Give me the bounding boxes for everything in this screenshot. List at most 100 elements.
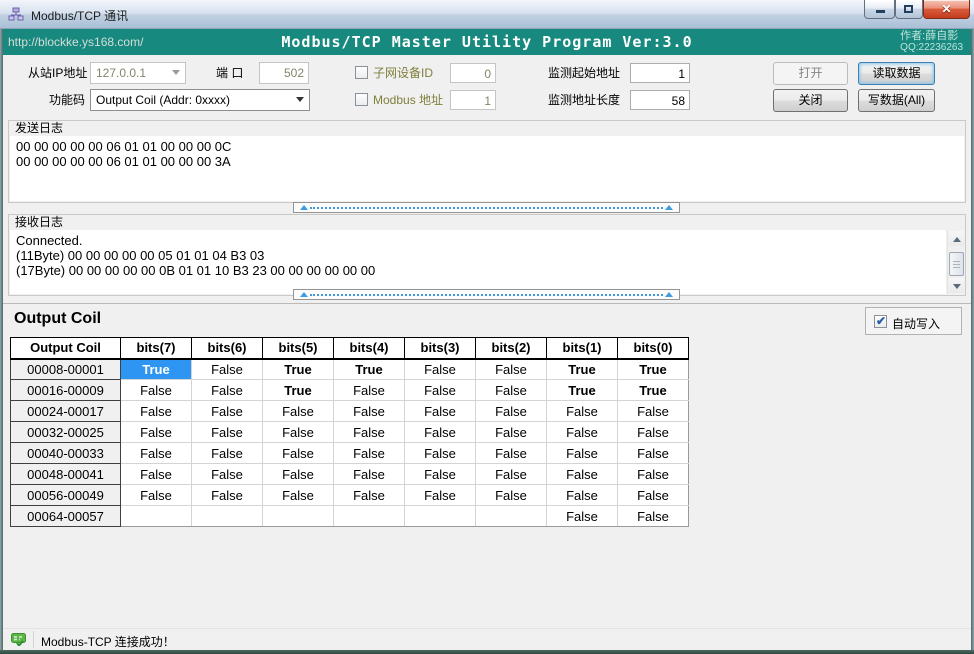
row-header-cell[interactable]: 00040-00033	[11, 443, 121, 464]
coil-value-cell[interactable]: False	[476, 422, 547, 443]
coil-value-cell[interactable]: False	[618, 443, 689, 464]
receive-log-splitter[interactable]	[293, 289, 680, 300]
coil-value-cell[interactable]: False	[192, 359, 263, 380]
table-column-header[interactable]: bits(4)	[334, 338, 405, 359]
open-button[interactable]: 打开	[773, 62, 848, 85]
modbus-address-field[interactable]: 1	[450, 90, 496, 110]
row-header-cell[interactable]: 00008-00001	[11, 359, 121, 380]
write-data-button[interactable]: 写数据(All)	[858, 89, 935, 112]
close-button[interactable]: ✕	[923, 0, 970, 19]
table-column-header[interactable]: bits(6)	[192, 338, 263, 359]
coil-value-cell[interactable]: False	[476, 485, 547, 506]
coil-value-cell[interactable]: False	[334, 443, 405, 464]
coil-value-cell[interactable]	[334, 506, 405, 527]
coil-value-cell[interactable]: False	[121, 401, 192, 422]
coil-value-cell[interactable]: False	[121, 380, 192, 401]
coil-value-cell[interactable]: False	[405, 443, 476, 464]
coil-value-cell[interactable]: True	[618, 380, 689, 401]
coil-value-cell[interactable]: False	[192, 464, 263, 485]
coil-value-cell[interactable]: False	[192, 485, 263, 506]
coil-value-cell[interactable]: False	[618, 422, 689, 443]
coil-value-cell[interactable]: False	[263, 485, 334, 506]
coil-value-cell[interactable]: False	[618, 401, 689, 422]
table-column-header[interactable]: bits(2)	[476, 338, 547, 359]
coil-value-cell[interactable]: False	[618, 464, 689, 485]
scroll-down-button[interactable]	[949, 278, 964, 293]
coil-value-cell[interactable]: False	[192, 443, 263, 464]
coil-value-cell[interactable]: False	[547, 422, 618, 443]
row-header-cell[interactable]: 00064-00057	[11, 506, 121, 527]
coil-value-cell[interactable]: False	[334, 464, 405, 485]
coil-value-cell[interactable]: False	[121, 422, 192, 443]
coil-value-cell[interactable]: False	[192, 380, 263, 401]
coil-value-cell[interactable]: True	[263, 380, 334, 401]
coil-value-cell[interactable]	[121, 506, 192, 527]
coil-value-cell[interactable]: False	[547, 401, 618, 422]
coil-value-cell[interactable]: False	[334, 401, 405, 422]
row-header-cell[interactable]: 00048-00041	[11, 464, 121, 485]
coil-value-cell[interactable]: False	[405, 485, 476, 506]
maximize-button[interactable]	[895, 0, 923, 19]
coil-value-cell[interactable]: True	[618, 359, 689, 380]
scroll-up-button[interactable]	[949, 231, 964, 246]
table-corner-header[interactable]: Output Coil	[11, 338, 121, 359]
coil-value-cell[interactable]: True	[263, 359, 334, 380]
scrollbar-thumb[interactable]	[949, 252, 964, 276]
coil-value-cell[interactable]: True	[121, 359, 192, 380]
start-address-field[interactable]: 1	[630, 63, 690, 83]
coil-value-cell[interactable]: False	[405, 422, 476, 443]
coil-value-cell[interactable]: False	[547, 485, 618, 506]
send-log-box[interactable]: 00 00 00 00 00 06 01 01 00 00 00 0C00 00…	[10, 136, 964, 201]
coil-value-cell[interactable]: False	[476, 401, 547, 422]
table-column-header[interactable]: bits(7)	[121, 338, 192, 359]
coil-value-cell[interactable]: False	[476, 443, 547, 464]
coil-value-cell[interactable]: False	[405, 401, 476, 422]
coil-value-cell[interactable]: False	[121, 464, 192, 485]
table-column-header[interactable]: bits(3)	[405, 338, 476, 359]
coil-value-cell[interactable]: False	[263, 464, 334, 485]
minimize-button[interactable]	[864, 0, 895, 19]
coil-value-cell[interactable]: False	[405, 380, 476, 401]
row-header-cell[interactable]: 00016-00009	[11, 380, 121, 401]
coil-value-cell[interactable]: False	[476, 380, 547, 401]
function-code-combobox[interactable]: Output Coil (Addr: 0xxxx)	[90, 89, 310, 111]
coil-value-cell[interactable]	[405, 506, 476, 527]
coil-value-cell[interactable]: True	[334, 359, 405, 380]
port-field[interactable]: 502	[259, 62, 309, 84]
coil-value-cell[interactable]	[192, 506, 263, 527]
coil-value-cell[interactable]: False	[121, 443, 192, 464]
coil-value-cell[interactable]	[476, 506, 547, 527]
coil-value-cell[interactable]: False	[405, 464, 476, 485]
auto-write-checkbox[interactable]	[874, 315, 887, 328]
read-data-button[interactable]: 读取数据	[858, 62, 935, 85]
row-header-cell[interactable]: 00024-00017	[11, 401, 121, 422]
ip-combobox[interactable]: 127.0.0.1	[90, 62, 186, 84]
table-column-header[interactable]: bits(1)	[547, 338, 618, 359]
close-connection-button[interactable]: 关闭	[773, 89, 848, 112]
coil-value-cell[interactable]: True	[547, 359, 618, 380]
coil-value-cell[interactable]: False	[618, 506, 689, 527]
coil-value-cell[interactable]: True	[547, 380, 618, 401]
coil-value-cell[interactable]: False	[618, 485, 689, 506]
row-header-cell[interactable]: 00032-00025	[11, 422, 121, 443]
send-log-splitter[interactable]	[293, 202, 680, 213]
receive-log-box[interactable]: Connected.(11Byte) 00 00 00 00 00 05 01 …	[10, 230, 946, 294]
coil-value-cell[interactable]: False	[121, 485, 192, 506]
table-column-header[interactable]: bits(5)	[263, 338, 334, 359]
coil-value-cell[interactable]: False	[547, 443, 618, 464]
coil-value-cell[interactable]: False	[476, 464, 547, 485]
coil-value-cell[interactable]: False	[547, 506, 618, 527]
modbus-address-checkbox[interactable]	[355, 93, 368, 106]
coil-value-cell[interactable]: False	[192, 401, 263, 422]
coil-value-cell[interactable]: False	[263, 422, 334, 443]
coil-value-cell[interactable]: False	[547, 464, 618, 485]
receive-log-scrollbar[interactable]	[947, 230, 964, 294]
row-header-cell[interactable]: 00056-00049	[11, 485, 121, 506]
coil-value-cell[interactable]: False	[192, 422, 263, 443]
coil-value-cell[interactable]: False	[334, 485, 405, 506]
coil-value-cell[interactable]: False	[263, 401, 334, 422]
subnet-id-field[interactable]: 0	[450, 63, 496, 83]
subnet-checkbox[interactable]	[355, 66, 368, 79]
table-column-header[interactable]: bits(0)	[618, 338, 689, 359]
coil-value-cell[interactable]: False	[334, 380, 405, 401]
